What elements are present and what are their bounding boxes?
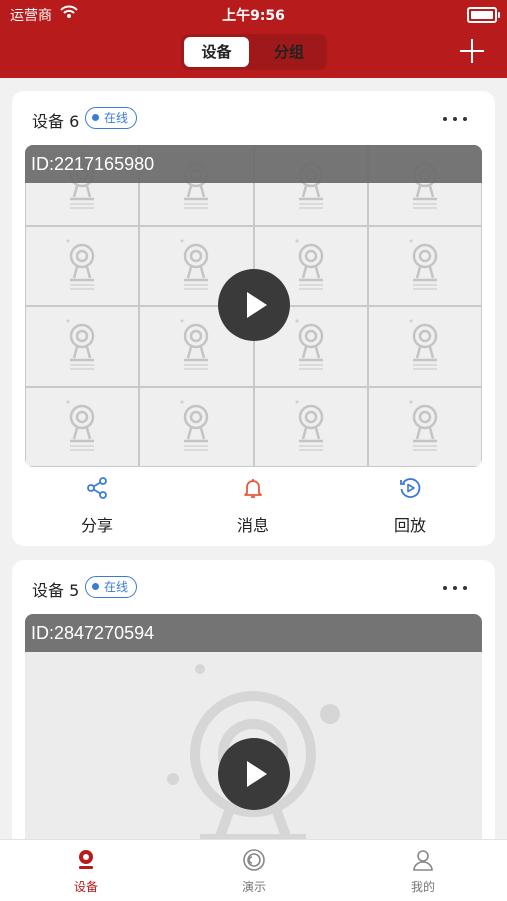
card-actions: 分享 消息 回放 bbox=[12, 476, 495, 541]
battery-icon bbox=[467, 7, 500, 23]
status-label: 在线 bbox=[104, 580, 129, 594]
camera-placeholder-icon bbox=[180, 319, 209, 370]
camera-channel-cell bbox=[253, 386, 368, 467]
tab-profile[interactable]: 我的 bbox=[383, 848, 463, 895]
device-tab-icon bbox=[79, 850, 93, 869]
profile-tab-icon bbox=[413, 850, 433, 871]
share-label: 分享 bbox=[80, 516, 113, 535]
status-label: 在线 bbox=[104, 111, 129, 125]
camera-channel-cell bbox=[25, 225, 140, 306]
segment-control: 设备 分组 bbox=[181, 34, 327, 70]
bell-icon bbox=[244, 479, 262, 498]
add-device-button[interactable] bbox=[459, 38, 485, 64]
camera-placeholder-icon bbox=[409, 400, 438, 451]
camera-channel-cell bbox=[25, 386, 140, 467]
camera-channel-cell bbox=[25, 306, 140, 387]
play-button[interactable] bbox=[217, 738, 290, 810]
playback-label: 回放 bbox=[393, 516, 426, 535]
device-id-bar: ID:2847270594 bbox=[25, 614, 482, 652]
tab-profile-label: 我的 bbox=[410, 880, 435, 894]
tab-devices-label: 设备 bbox=[73, 880, 98, 894]
tab-demo[interactable]: 演示 bbox=[214, 848, 294, 895]
status-badge: 在线 bbox=[85, 576, 138, 598]
device-name: 设备 5 bbox=[32, 581, 80, 600]
share-button[interactable]: 分享 bbox=[37, 476, 157, 536]
video-preview[interactable]: ID:2217165980 bbox=[25, 145, 482, 467]
online-dot-icon bbox=[92, 583, 99, 590]
segment-groups[interactable]: 分组 bbox=[255, 37, 323, 67]
tab-devices[interactable]: 设备 bbox=[46, 848, 126, 895]
app-header: 运营商 上午9:56 设备 分组 bbox=[0, 0, 507, 78]
camera-placeholder-icon bbox=[180, 400, 209, 451]
camera-placeholder-icon bbox=[409, 319, 438, 370]
camera-placeholder-icon bbox=[66, 239, 95, 290]
demo-tab-icon bbox=[243, 849, 265, 871]
camera-placeholder-icon bbox=[180, 239, 209, 290]
video-preview[interactable]: ID:2847270594 bbox=[25, 614, 482, 850]
camera-channel-cell bbox=[367, 306, 482, 387]
device-id-bar: ID:2217165980 bbox=[25, 145, 482, 183]
camera-channel-cell bbox=[367, 225, 482, 306]
more-options-icon[interactable] bbox=[443, 586, 467, 590]
tab-bar: 设备 演示 我的 bbox=[0, 839, 507, 901]
status-badge: 在线 bbox=[85, 107, 138, 129]
camera-channel-cell bbox=[367, 386, 482, 467]
tab-demo-label: 演示 bbox=[241, 880, 266, 894]
camera-placeholder-icon bbox=[295, 319, 323, 370]
device-card: 设备 5 在线 ID:2847270594 bbox=[12, 560, 495, 850]
segment-devices[interactable]: 设备 bbox=[184, 37, 249, 67]
clock: 上午9:56 bbox=[222, 8, 285, 24]
playback-icon bbox=[400, 478, 421, 498]
camera-placeholder-icon bbox=[66, 319, 95, 370]
camera-placeholder-icon bbox=[409, 239, 438, 290]
playback-button[interactable]: 回放 bbox=[350, 476, 470, 536]
more-options-icon[interactable] bbox=[443, 117, 467, 121]
camera-placeholder-icon bbox=[295, 400, 323, 451]
device-card: 设备 6 在线 ID:2217165980 分享 消息 回放 bbox=[12, 91, 495, 546]
messages-label: 消息 bbox=[236, 516, 269, 535]
share-icon bbox=[87, 477, 107, 499]
camera-placeholder-icon bbox=[66, 400, 95, 451]
online-dot-icon bbox=[92, 114, 99, 121]
play-button[interactable] bbox=[217, 269, 290, 341]
camera-placeholder-icon bbox=[295, 239, 323, 290]
status-bar: 运营商 上午9:56 bbox=[0, 0, 507, 28]
camera-channel-cell bbox=[139, 386, 254, 467]
messages-button[interactable]: 消息 bbox=[193, 476, 313, 536]
device-name: 设备 6 bbox=[32, 112, 80, 131]
